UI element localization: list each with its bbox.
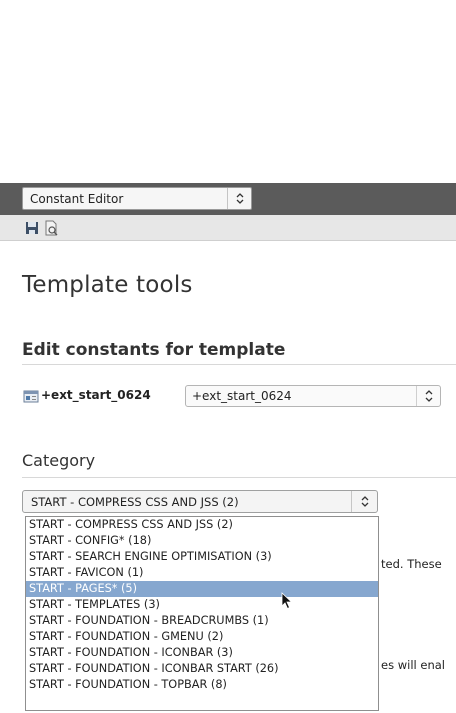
dropdown-option[interactable]: START - FAVICON (1) (26, 565, 378, 581)
template-select-value: +ext_start_0624 (192, 389, 292, 403)
category-divider (22, 477, 456, 478)
dropdown-option-highlighted[interactable]: START - PAGES* (5) (26, 581, 378, 597)
category-dropdown-list[interactable]: START - COMPRESS CSS AND JSS (2) START -… (25, 516, 379, 711)
category-select[interactable]: START - COMPRESS CSS AND JSS (2) (22, 490, 378, 513)
save-icon[interactable] (24, 220, 40, 236)
section-divider (22, 364, 456, 365)
dropdown-option[interactable]: START - CONFIG* (18) (26, 533, 378, 549)
dropdown-option[interactable]: START - TEMPLATES (3) (26, 597, 378, 613)
template-label: +ext_start_0624 (41, 388, 151, 402)
doc-header-toolbar (0, 215, 456, 241)
template-icon (23, 388, 39, 404)
page-title: Template tools (22, 272, 193, 298)
module-menu-value: Constant Editor (30, 192, 124, 206)
category-heading: Category (22, 451, 96, 470)
dropdown-option[interactable]: START - FOUNDATION - TOPBAR (8) (26, 677, 378, 693)
description-text-fragment: ted. These (381, 557, 442, 571)
dropdown-option[interactable]: START - COMPRESS CSS AND JSS (2) (26, 517, 378, 533)
module-menu-select[interactable]: Constant Editor (22, 187, 252, 210)
select-arrows-icon (351, 491, 377, 512)
section-title: Edit constants for template (22, 340, 286, 360)
dropdown-option[interactable]: START - FOUNDATION - GMENU (2) (26, 629, 378, 645)
dropdown-option[interactable]: START - FOUNDATION - BREADCRUMBS (1) (26, 613, 378, 629)
select-arrows-icon (416, 386, 440, 406)
dropdown-option[interactable]: START - SEARCH ENGINE OPTIMISATION (3) (26, 549, 378, 565)
select-arrows-icon (227, 188, 251, 209)
category-select-value: START - COMPRESS CSS AND JSS (2) (31, 495, 239, 509)
description-text-fragment: es will enal (381, 658, 445, 672)
mouse-pointer-icon (281, 592, 293, 610)
dropdown-option[interactable]: START - FOUNDATION - ICONBAR (3) (26, 645, 378, 661)
dropdown-option[interactable]: START - FOUNDATION - ICONBAR START (26) (26, 661, 378, 677)
template-select[interactable]: +ext_start_0624 (185, 385, 441, 407)
view-icon[interactable] (43, 220, 59, 236)
